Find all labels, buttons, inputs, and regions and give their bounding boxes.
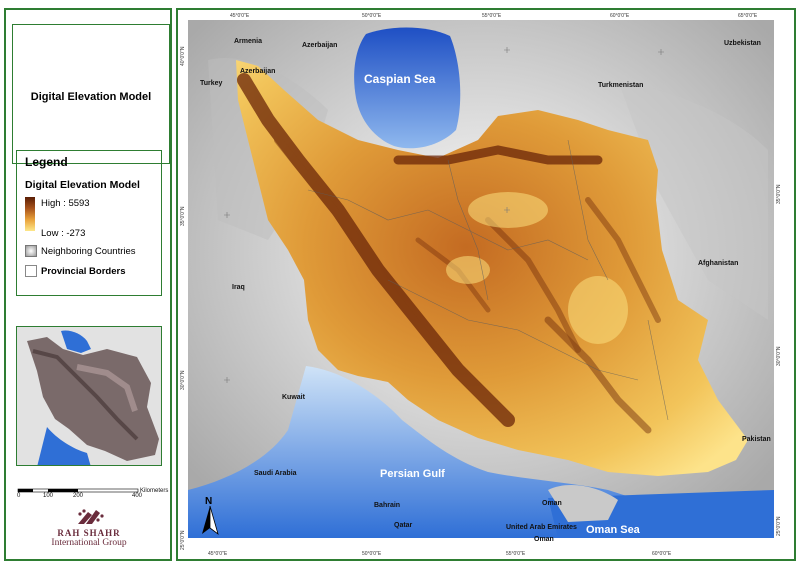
legend-high-label: High : 5593 — [41, 198, 90, 209]
azerbaijan-west-label: Azerbaijan — [240, 68, 276, 75]
neighboring-countries-label: Neighboring Countries — [41, 246, 136, 257]
caspian-sea-label: Caspian Sea — [364, 72, 436, 86]
elevation-map — [188, 20, 774, 538]
uae-label: United Arab Emirates — [506, 524, 577, 531]
oman-sea-label: Oman Sea — [586, 524, 640, 536]
uzbekistan-label: Uzbekistan — [724, 40, 761, 47]
legend-low-label: Low : -273 — [41, 228, 86, 239]
scale-tick-0: 0 — [17, 493, 21, 499]
coord-right-30: 30°0'0"N — [776, 346, 782, 366]
elevation-gradient-swatch — [25, 197, 35, 231]
legend-subtitle: Digital Elevation Model — [25, 179, 140, 191]
oman-south-label: Oman — [534, 536, 554, 543]
provincial-borders-label: Provincial Borders — [41, 266, 126, 277]
logo-name: RAH SHAHR — [57, 528, 121, 538]
company-logo: RAH SHAHR International Group — [16, 506, 162, 552]
pakistan-label: Pakistan — [742, 436, 771, 443]
north-arrow-graphic — [202, 506, 219, 536]
coord-top-45: 45°0'0"E — [230, 13, 250, 19]
provincial-borders-swatch — [25, 265, 37, 277]
inset-map-image — [17, 327, 161, 465]
neighboring-countries-swatch — [25, 245, 37, 257]
coord-left-25: 25°0'0"N — [180, 530, 186, 550]
coord-left-40: 40°0'0"N — [180, 46, 186, 66]
scale-tick-100: 100 — [43, 493, 54, 499]
persian-gulf-label: Persian Gulf — [380, 468, 445, 480]
turkey-label: Turkey — [200, 80, 223, 87]
coord-top-55: 55°0'0"E — [482, 13, 502, 19]
coord-right-25: 25°0'0"N — [776, 516, 782, 536]
legend: Legend Digital Elevation Model High : 55… — [16, 150, 162, 296]
saudi-arabia-label: Saudi Arabia — [254, 470, 297, 477]
logo-emblem-icon — [78, 509, 104, 524]
logo-subtitle: International Group — [51, 538, 127, 548]
coord-top-50: 50°0'0"E — [362, 13, 382, 19]
coord-bottom-60: 60°0'0"E — [652, 551, 672, 557]
coord-bottom-55: 55°0'0"E — [506, 551, 526, 557]
coord-right-35: 35°0'0"N — [776, 184, 782, 204]
qatar-label: Qatar — [394, 522, 413, 529]
afghanistan-label: Afghanistan — [698, 260, 739, 267]
scale-tick-200: 200 — [73, 493, 84, 499]
coord-top-60: 60°0'0"E — [610, 13, 630, 19]
scale-unit: Kilometers — [140, 488, 169, 494]
main-map-frame: Caspian Sea Persian Gulf Oman Sea Armeni… — [176, 8, 796, 561]
legend-title: Legend — [25, 155, 68, 169]
coord-left-35: 35°0'0"N — [180, 206, 186, 226]
armenia-label: Armenia — [234, 38, 263, 45]
azerbaijan-label: Azerbaijan — [302, 42, 338, 49]
coord-top-65: 65°0'0"E — [738, 13, 758, 19]
coord-left-30: 30°0'0"N — [180, 370, 186, 390]
coord-bottom-50: 50°0'0"E — [362, 551, 382, 557]
bahrain-label: Bahrain — [374, 502, 401, 509]
map-title: Digital Elevation Model — [30, 91, 152, 103]
north-arrow-icon: N — [200, 496, 220, 536]
kuwait-label: Kuwait — [282, 394, 305, 401]
inset-map — [16, 326, 162, 466]
iraq-label: Iraq — [232, 284, 245, 291]
turkmenistan-label: Turkmenistan — [598, 82, 644, 89]
title-box: Digital Elevation Model — [12, 24, 170, 164]
oman-north-label: Oman — [542, 500, 562, 507]
coord-bottom-45: 45°0'0"E — [208, 551, 228, 557]
